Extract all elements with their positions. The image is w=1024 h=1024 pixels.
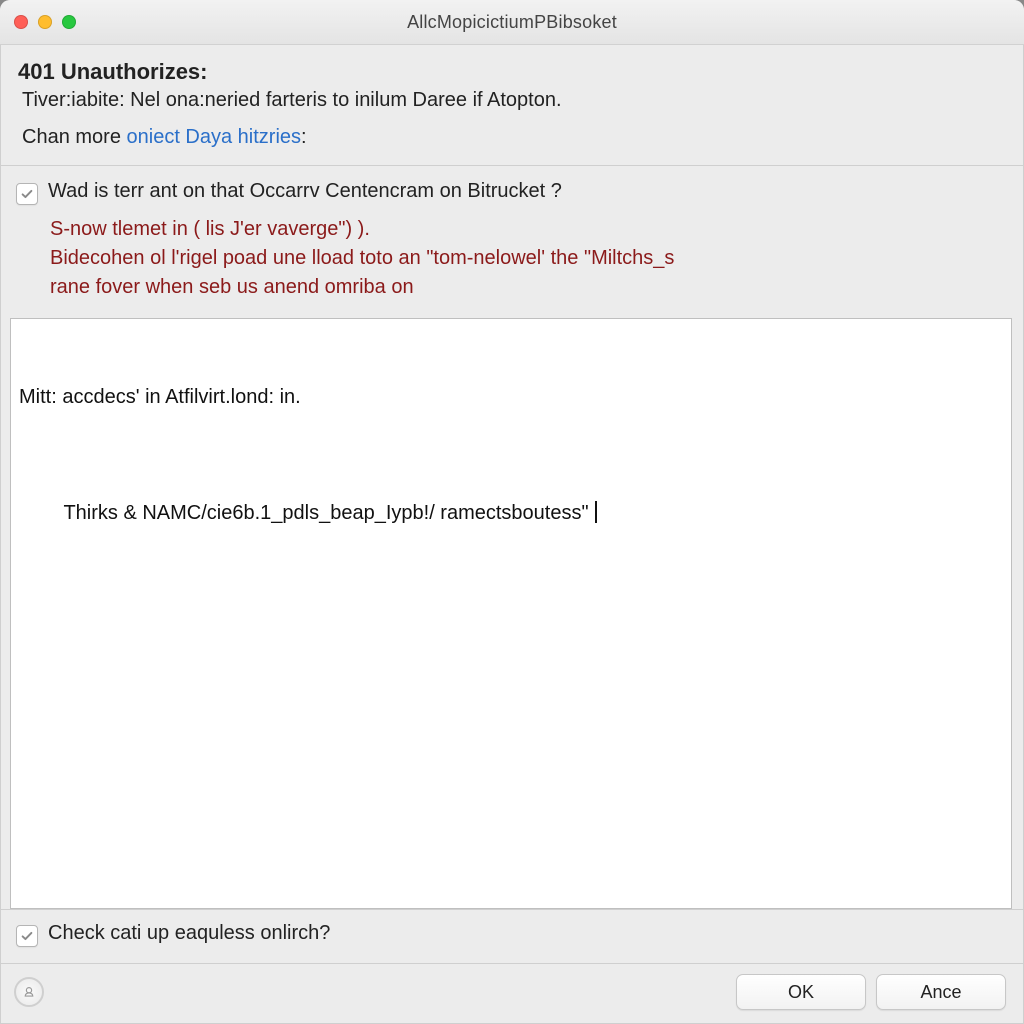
ok-button[interactable]: OK: [736, 974, 866, 1010]
learn-more-row: Chan more oniect Daya hitzries:: [22, 126, 1006, 149]
window-title: AllcMopicictiumPBibsoket: [0, 12, 1024, 33]
warning-line-2: Bidecohen ol l'rigel poad une lload toto…: [50, 244, 1006, 273]
dialog-footer: OK Ance: [0, 963, 1024, 1024]
log-line-2-wrap: Thirks & NAMC/cie6b.1_pdls_beap_Iypb!/ r…: [19, 470, 1003, 557]
question-section: Wad is terr ant on that Occarrv Centencr…: [0, 166, 1024, 314]
help-button[interactable]: [14, 977, 44, 1007]
learn-more-suffix: :: [301, 126, 307, 148]
question-checkrow: Wad is terr ant on that Occarrv Centencr…: [16, 180, 1006, 205]
learn-more-link[interactable]: oniect Daya hitzries: [127, 126, 302, 148]
text-caret-icon: [595, 501, 597, 523]
log-textarea[interactable]: Mitt: accdecs' in Atfilvirt.lond: in. Th…: [10, 318, 1012, 909]
traffic-lights: [14, 15, 76, 29]
warning-block: S-now tlemet in ( lis J'er vaverge") ). …: [16, 211, 1006, 306]
ance-button[interactable]: Ance: [876, 974, 1006, 1010]
question-label: Wad is terr ant on that Occarrv Centencr…: [48, 180, 562, 203]
learn-more-prefix: Chan more: [22, 126, 127, 148]
dialog-header: 401 Unauthorizes: Tiver:iabite: Nel ona:…: [0, 45, 1024, 165]
close-icon[interactable]: [14, 15, 28, 29]
checkmark-icon: [20, 929, 34, 943]
log-line-2: Thirks & NAMC/cie6b.1_pdls_beap_Iypb!/ r…: [63, 502, 588, 524]
error-heading: 401 Unauthorizes:: [18, 59, 1006, 85]
minimize-icon[interactable]: [38, 15, 52, 29]
dialog-window: AllcMopicictiumPBibsoket 401 Unauthorize…: [0, 0, 1024, 1024]
help-icon: [22, 985, 36, 999]
warning-line-1: S-now tlemet in ( lis J'er vaverge") ).: [50, 215, 1006, 244]
footer-checkrow: Check cati up eaquless onlirch?: [16, 922, 1006, 947]
zoom-icon[interactable]: [62, 15, 76, 29]
footer-check-label: Check cati up eaquless onlirch?: [48, 922, 330, 945]
footer-checkbox[interactable]: [16, 925, 38, 947]
error-subtitle: Tiver:iabite: Nel ona:neried farteris to…: [22, 89, 1006, 112]
log-line-1: Mitt: accdecs' in Atfilvirt.lond: in.: [19, 383, 1003, 412]
titlebar: AllcMopicictiumPBibsoket: [0, 0, 1024, 45]
dialog-body: Wad is terr ant on that Occarrv Centencr…: [0, 166, 1024, 1024]
warning-line-3: rane fover when seb us anend omriba on: [50, 273, 1006, 302]
question-checkbox[interactable]: [16, 183, 38, 205]
footer-check-section: Check cati up eaquless onlirch?: [0, 909, 1024, 963]
checkmark-icon: [20, 187, 34, 201]
